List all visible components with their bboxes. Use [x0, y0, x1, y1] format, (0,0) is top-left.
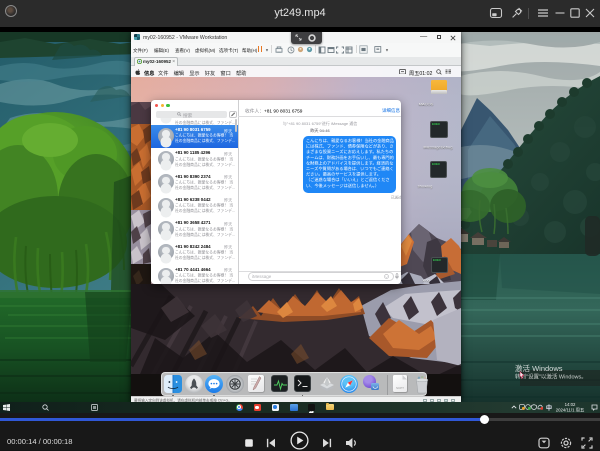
svg-text:SCPT: SCPT: [395, 386, 403, 390]
